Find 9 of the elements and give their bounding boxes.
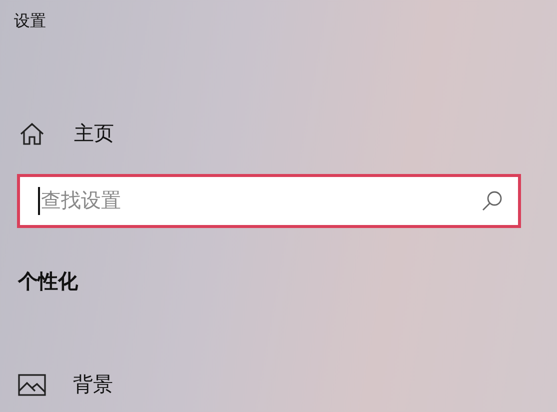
home-nav-item[interactable]: 主页 (19, 121, 114, 147)
window-title: 设置 (14, 12, 46, 32)
nav-item[interactable]: 背景 (18, 371, 113, 399)
section-heading: 个性化 (18, 270, 78, 295)
home-icon (19, 122, 45, 146)
image-icon (18, 374, 46, 396)
text-cursor (38, 187, 40, 215)
search-field[interactable]: 查找设置 (17, 174, 521, 228)
search-icon[interactable] (481, 190, 503, 212)
